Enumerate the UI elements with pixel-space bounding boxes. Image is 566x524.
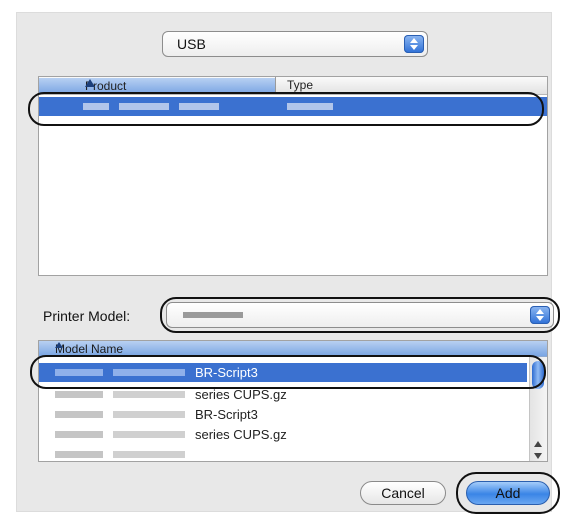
- cancel-button[interactable]: Cancel: [360, 481, 446, 505]
- model-row[interactable]: BR-Script3: [39, 405, 527, 424]
- model-row-text: series CUPS.gz: [195, 427, 287, 442]
- connection-popup[interactable]: USB: [162, 31, 428, 57]
- redacted-text: [55, 451, 103, 458]
- sort-ascending-icon: [55, 342, 63, 348]
- sort-ascending-icon: [85, 79, 95, 87]
- redacted-text: [55, 369, 103, 376]
- model-list-scrollbar[interactable]: [529, 357, 547, 461]
- scroll-up-arrow-icon[interactable]: [534, 441, 542, 447]
- redacted-text: [113, 411, 185, 418]
- redacted-text: [113, 451, 185, 458]
- add-button[interactable]: Add: [466, 481, 550, 505]
- redacted-text: [83, 103, 109, 110]
- device-row-selected[interactable]: [39, 97, 547, 116]
- redacted-text: [113, 369, 185, 376]
- redacted-text: [179, 103, 219, 110]
- redacted-text: [55, 391, 103, 398]
- device-list[interactable]: Product Type: [38, 76, 548, 276]
- scrollbar-thumb[interactable]: [532, 361, 544, 389]
- redacted-text: [113, 431, 185, 438]
- model-list-header[interactable]: Model Name: [39, 341, 547, 357]
- model-row[interactable]: [39, 445, 527, 461]
- column-divider: [275, 77, 276, 93]
- model-list[interactable]: Model Name BR-Script3 series CUPS.gz BR-…: [38, 340, 548, 462]
- model-row-selected[interactable]: BR-Script3: [39, 363, 527, 382]
- column-header-product[interactable]: Product: [39, 78, 275, 94]
- model-row[interactable]: series CUPS.gz: [39, 425, 527, 444]
- column-label-type: Type: [287, 78, 314, 92]
- model-row-text: BR-Script3: [195, 365, 258, 380]
- popup-arrows-icon[interactable]: [530, 306, 550, 324]
- redacted-text: [287, 103, 333, 110]
- model-row-text: BR-Script3: [195, 407, 258, 422]
- printer-model-label: Printer Model:: [43, 308, 131, 324]
- column-header-type[interactable]: Type: [287, 78, 313, 92]
- connection-popup-value: USB: [177, 36, 206, 52]
- model-row[interactable]: series CUPS.gz: [39, 385, 527, 404]
- device-list-header: Product Type: [39, 77, 547, 95]
- model-row-text: series CUPS.gz: [195, 387, 287, 402]
- printer-model-popup[interactable]: [166, 302, 554, 328]
- redacted-text: [119, 103, 169, 110]
- popup-arrows-icon[interactable]: [404, 35, 424, 53]
- redacted-text: [113, 391, 185, 398]
- redacted-text: [183, 312, 243, 318]
- redacted-text: [55, 431, 103, 438]
- column-label-model-name: Model Name: [55, 342, 124, 356]
- redacted-text: [55, 411, 103, 418]
- scroll-down-arrow-icon[interactable]: [534, 453, 542, 459]
